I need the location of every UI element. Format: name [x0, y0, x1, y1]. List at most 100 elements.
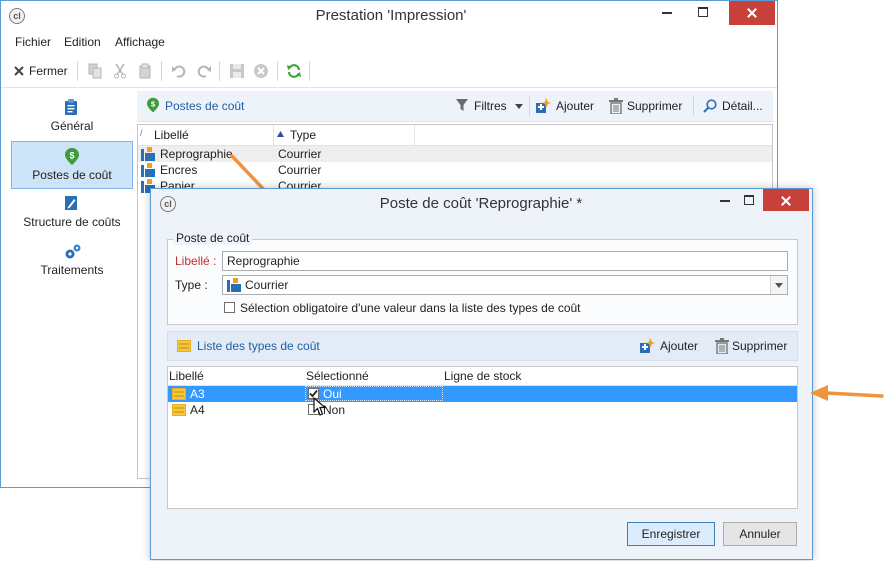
menu-bar: Fichier Edition Affichage [1, 31, 777, 53]
redo-icon[interactable] [196, 63, 212, 79]
add-cost-type-button[interactable]: Ajouter [639, 337, 703, 355]
delete-label: Supprimer [732, 339, 788, 353]
menu-affichage[interactable]: Affichage [115, 35, 165, 49]
delete-cost-type-button[interactable]: Supprimer [713, 337, 793, 355]
libelle-label: Libellé : [175, 254, 217, 268]
money-pin-icon: $ [147, 97, 159, 113]
minimize-button[interactable] [649, 1, 685, 25]
toolbar-separator [277, 61, 278, 81]
column-divider [414, 125, 415, 145]
gears-icon [65, 244, 81, 259]
chevron-down-icon [515, 104, 523, 109]
toolbar-separator [219, 61, 220, 81]
refresh-icon[interactable] [286, 63, 302, 79]
column-header-selectionne[interactable]: Sélectionné [306, 369, 369, 383]
clipboard-icon [65, 99, 77, 115]
cancel-button[interactable]: Annuler [723, 522, 797, 546]
dialog-title: Poste de coût 'Reprographie' * [379, 195, 583, 212]
column-resize-icon: / [140, 128, 143, 138]
paste-icon[interactable] [138, 63, 152, 79]
sidebar-item-label: Traitements [40, 263, 104, 277]
window-title: Prestation 'Impression' [315, 7, 467, 24]
funnel-icon [456, 99, 468, 111]
delete-label: Supprimer [627, 99, 683, 113]
cost-item-dialog: cl Poste de coût 'Reprographie' * Poste … [150, 188, 813, 560]
section-header: $ Postes de coût Filtres Ajouter Supprim… [137, 91, 773, 122]
cost-types-grid: Libellé Sélectionné Ligne de stock A3 Ou… [167, 366, 798, 509]
libelle-input[interactable]: Reprographie [222, 251, 788, 271]
type-label: Type : [175, 278, 208, 292]
toolbar-separator [77, 61, 78, 81]
filters-dropdown[interactable]: Filtres [453, 97, 525, 115]
sidebar-item-label: Structure de coûts [23, 215, 121, 229]
mandatory-checkbox[interactable] [224, 302, 235, 313]
cancel-icon[interactable] [253, 63, 269, 79]
cost-item-icon [141, 163, 155, 177]
pencil-icon [65, 196, 77, 210]
main-titlebar[interactable]: cl Prestation 'Impression' [1, 1, 777, 31]
save-button[interactable]: Enregistrer [627, 522, 715, 546]
column-header-ligne-de-stock[interactable]: Ligne de stock [444, 369, 521, 383]
sidebar-item-label: Postes de coût [32, 168, 112, 182]
toolbar-separator [693, 96, 694, 116]
list-icon [172, 404, 186, 416]
type-value: Courrier [245, 278, 289, 292]
close-button-label: Fermer [29, 64, 68, 78]
menu-fichier[interactable]: Fichier [15, 35, 51, 49]
main-toolbar: Fermer [1, 55, 777, 88]
toolbar-separator [529, 96, 530, 116]
cost-types-list-title: Liste des types de coût [197, 339, 320, 353]
detail-button[interactable]: Détail... [701, 97, 767, 115]
add-item-icon [640, 338, 655, 353]
cut-icon[interactable] [113, 63, 127, 79]
type-select[interactable]: Courrier [222, 275, 788, 295]
undo-icon[interactable] [171, 63, 187, 79]
svg-text:$: $ [69, 151, 74, 161]
cost-item-icon [227, 278, 241, 292]
mouse-cursor-icon [313, 397, 327, 416]
detail-label: Détail... [722, 99, 763, 113]
column-header-libelle[interactable]: Libellé [169, 369, 204, 383]
group-title: Poste de coût [173, 231, 253, 245]
copy-icon[interactable] [88, 63, 102, 79]
grid-header: Libellé Sélectionné Ligne de stock [168, 367, 797, 386]
mandatory-label: Sélection obligatoire d'une valeur dans … [240, 301, 581, 315]
table-row[interactable]: A4 Non [168, 402, 797, 418]
close-x-icon [14, 66, 24, 76]
list-icon [177, 340, 191, 352]
add-label: Ajouter [556, 99, 595, 113]
chevron-down-icon[interactable] [770, 276, 787, 294]
maximize-button[interactable] [685, 1, 721, 25]
maximize-button[interactable] [731, 189, 767, 213]
table-row[interactable]: A3 Oui [168, 386, 797, 402]
app-logo-icon: cl [9, 8, 25, 24]
callout-arrow-icon [810, 385, 884, 401]
sidebar-item-postes-de-cout[interactable]: $ Postes de coût [11, 141, 133, 189]
add-cost-item-button[interactable]: Ajouter [535, 97, 599, 115]
row-libelle: Reprographie [160, 147, 233, 161]
money-pin-icon: $ [65, 148, 79, 165]
svg-text:$: $ [151, 100, 156, 109]
add-label: Ajouter [660, 339, 699, 353]
close-dialog-button[interactable] [763, 189, 809, 211]
sidebar-item-structure-de-couts[interactable]: Structure de coûts [11, 189, 133, 237]
section-title: Postes de coût [165, 99, 245, 113]
column-divider [273, 125, 274, 145]
dialog-titlebar[interactable]: cl Poste de coût 'Reprographie' * [151, 189, 812, 219]
menu-edition[interactable]: Edition [64, 35, 101, 49]
delete-cost-item-button[interactable]: Supprimer [607, 97, 687, 115]
save-icon[interactable] [229, 63, 245, 79]
trash-icon [609, 98, 623, 114]
sidebar-item-traitements[interactable]: Traitements [11, 237, 133, 285]
toolbar-separator [309, 61, 310, 81]
column-header-libelle[interactable]: Libellé [154, 128, 189, 142]
list-icon [172, 388, 186, 400]
sidebar-item-label: Général [50, 119, 94, 133]
cost-types-section-header: Liste des types de coût Ajouter Supprime… [167, 331, 798, 361]
close-window-button[interactable] [729, 1, 775, 25]
cost-item-icon [141, 147, 155, 161]
column-header-type[interactable]: Type [290, 128, 316, 142]
sidebar-item-general[interactable]: Général [11, 93, 133, 141]
trash-icon [715, 338, 729, 354]
close-button[interactable]: Fermer [9, 62, 71, 80]
